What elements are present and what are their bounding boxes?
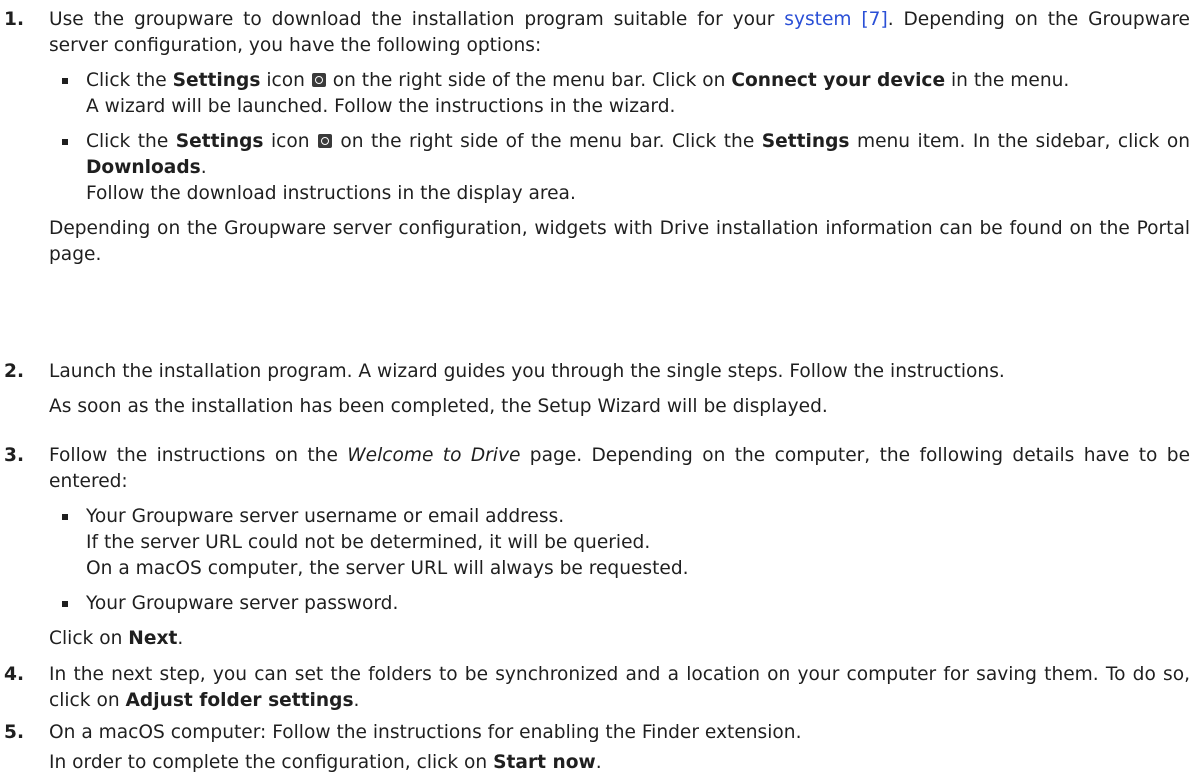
text: menu item. In the sidebar, click on <box>849 131 1191 152</box>
step-intro: Use the groupware to download the instal… <box>49 7 1190 59</box>
step-number: 1. <box>4 9 25 30</box>
text: In order to complete the configuration, … <box>49 752 494 773</box>
text: . <box>353 690 360 711</box>
system-link[interactable]: system [7] <box>784 9 887 30</box>
bullet-marker <box>62 514 68 520</box>
text: Click on <box>49 628 129 649</box>
step-intro: Follow the instructions on the Welcome t… <box>49 443 1190 495</box>
connect-device-label: Connect your device <box>731 70 946 91</box>
bullet-marker <box>62 78 68 84</box>
step-body: On a macOS computer: Follow the instruct… <box>49 720 1190 775</box>
step-number: 2. <box>4 361 25 382</box>
detail-text: Your Groupware server username or email … <box>86 506 565 527</box>
option-followup: A wizard will be launched. Follow the in… <box>86 96 676 117</box>
option-text: Click the Settings icon on the right sid… <box>86 129 1190 181</box>
detail-text: If the server URL could not be determine… <box>86 532 651 553</box>
text: . <box>595 752 602 773</box>
step-text: In the next step, you can set the folder… <box>49 662 1190 714</box>
detail-text: On a macOS computer, the server URL will… <box>86 558 689 579</box>
step-followup: As soon as the installation has been com… <box>49 396 828 417</box>
text: in the menu. <box>945 70 1070 91</box>
step-followup: In order to complete the configuration, … <box>49 750 1190 775</box>
text: Follow the instructions on the <box>49 445 348 466</box>
settings-menu-item-label: Settings <box>761 131 850 152</box>
next-label: Next <box>128 628 178 649</box>
bullet-marker <box>62 601 68 607</box>
step-body: Launch the installation program. A wizar… <box>49 359 1190 420</box>
list-item: Your Groupware server password. <box>49 591 1190 617</box>
intro-text: Use the groupware to download the instal… <box>49 9 785 30</box>
text: icon <box>263 131 317 152</box>
step-body: In the next step, you can set the folder… <box>49 662 1190 714</box>
start-now-label: Start now <box>493 752 596 773</box>
settings-gear-icon <box>311 73 326 87</box>
text: on the right side of the menu bar. Click… <box>332 131 762 152</box>
option-text: Click the Settings icon on the right sid… <box>86 68 1190 94</box>
list-item: Your Groupware server username or email … <box>49 504 1190 582</box>
settings-label: Settings <box>175 131 264 152</box>
options-list: Click the Settings icon on the right sid… <box>49 68 1190 207</box>
step-number: 3. <box>4 445 25 466</box>
bullet-marker <box>62 139 68 145</box>
settings-gear-icon <box>317 134 332 148</box>
text: . <box>200 157 207 178</box>
step-text: On a macOS computer: Follow the instruct… <box>49 722 802 743</box>
step-number: 4. <box>4 664 25 685</box>
step-text: Launch the installation program. A wizar… <box>49 361 1005 382</box>
option-followup: Follow the download instructions in the … <box>86 183 576 204</box>
adjust-folder-settings-label: Adjust folder settings <box>125 690 354 711</box>
welcome-page-title: Welcome to Drive <box>347 445 521 466</box>
step-outro: Click on Next. <box>49 626 1190 652</box>
document-page: 1. Use the groupware to download the ins… <box>0 0 1199 775</box>
downloads-label: Downloads <box>86 157 201 178</box>
details-list: Your Groupware server username or email … <box>49 504 1190 617</box>
detail-text: Your Groupware server password. <box>86 593 399 614</box>
text: Click the <box>86 70 173 91</box>
settings-label: Settings <box>172 70 261 91</box>
text: Click the <box>86 131 176 152</box>
text: . <box>177 628 184 649</box>
step-number: 5. <box>4 722 25 743</box>
step-body: Follow the instructions on the Welcome t… <box>49 443 1190 652</box>
step-outro: Depending on the Groupware server config… <box>49 218 1190 265</box>
list-item: Click the Settings icon on the right sid… <box>49 68 1190 120</box>
text: on the right side of the menu bar. Click… <box>326 70 732 91</box>
text: icon <box>260 70 311 91</box>
step-body: Use the groupware to download the instal… <box>49 7 1190 268</box>
list-item: Click the Settings icon on the right sid… <box>49 129 1190 207</box>
